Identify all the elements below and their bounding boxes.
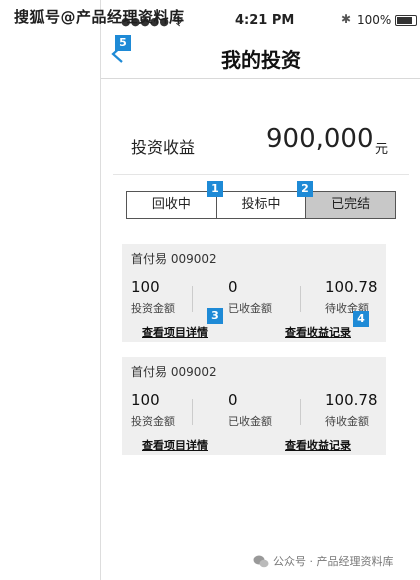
invested-amount: 100 (131, 278, 160, 296)
status-time: 4:21 PM (235, 13, 295, 28)
investment-card: 首付易 009002 100 投资金额 0 已收金额 100.78 待收金额 查… (122, 357, 386, 455)
divider (192, 286, 193, 312)
received-amount: 0 (228, 391, 238, 409)
divider (300, 286, 301, 312)
page-title: 我的投资 (221, 48, 301, 72)
pending-label: 待收金额 (325, 415, 369, 428)
view-project-details-link[interactable]: 查看项目详情 (142, 437, 208, 453)
received-label: 已收金额 (228, 415, 272, 428)
annotation-badge-2: 2 (297, 181, 313, 197)
tab-completed[interactable]: 已完结 (306, 191, 397, 219)
pending-column: 100.78 待收金额 (325, 278, 378, 316)
view-project-details-link[interactable]: 查看项目详情 (142, 324, 208, 340)
pending-amount: 100.78 (325, 391, 378, 409)
earnings-label: 投资收益 (131, 138, 196, 157)
pending-amount: 100.78 (325, 278, 378, 296)
view-earnings-record-link[interactable]: 查看收益记录 (285, 437, 351, 453)
annotation-badge-1: 1 (207, 181, 223, 197)
tab-bidding[interactable]: 投标中 (216, 191, 307, 219)
invested-column: 100 投资金额 (131, 391, 175, 429)
tab-recovering[interactable]: 回收中 (126, 191, 217, 219)
divider (192, 399, 193, 425)
phone-screen: ●●●●● 令 4:21 PM ✱ 100% 5 我的投资 投资收益 900,0… (100, 0, 420, 580)
pending-label: 待收金额 (325, 302, 369, 315)
bluetooth-icon: ✱ (341, 12, 352, 26)
view-earnings-record-link[interactable]: 查看收益记录 (285, 324, 351, 340)
received-label: 已收金额 (228, 302, 272, 315)
invested-label: 投资金额 (131, 415, 175, 428)
investment-card: 首付易 009002 100 投资金额 0 已收金额 100.78 待收金额 查… (122, 244, 386, 342)
earnings-amount: 900,000 (266, 124, 374, 154)
annotation-badge-3: 3 (207, 308, 223, 324)
earnings-summary: 投资收益 900,000 元 (113, 112, 409, 175)
received-amount: 0 (228, 278, 238, 296)
project-name: 首付易 009002 (131, 252, 217, 266)
nav-bar: 5 我的投资 (101, 35, 420, 79)
battery-percent: 100% (357, 13, 392, 27)
status-tabs: 回收中 投标中 已完结 (126, 191, 397, 219)
invested-column: 100 投资金额 (131, 278, 175, 316)
invested-amount: 100 (131, 391, 160, 409)
divider (300, 399, 301, 425)
pending-column: 100.78 待收金额 (325, 391, 378, 429)
watermark-top: 搜狐号@产品经理资料库 (14, 8, 185, 26)
received-column: 0 已收金额 (228, 391, 272, 429)
invested-label: 投资金额 (131, 302, 175, 315)
earnings-unit: 元 (375, 142, 389, 157)
battery-icon (395, 15, 417, 26)
project-name: 首付易 009002 (131, 365, 217, 379)
received-column: 0 已收金额 (228, 278, 272, 316)
annotation-badge-4: 4 (353, 311, 369, 327)
wechat-icon (253, 555, 269, 567)
watermark-bottom: 公众号 · 产品经理资料库 (253, 553, 394, 569)
watermark-text: 公众号 · 产品经理资料库 (273, 555, 394, 568)
